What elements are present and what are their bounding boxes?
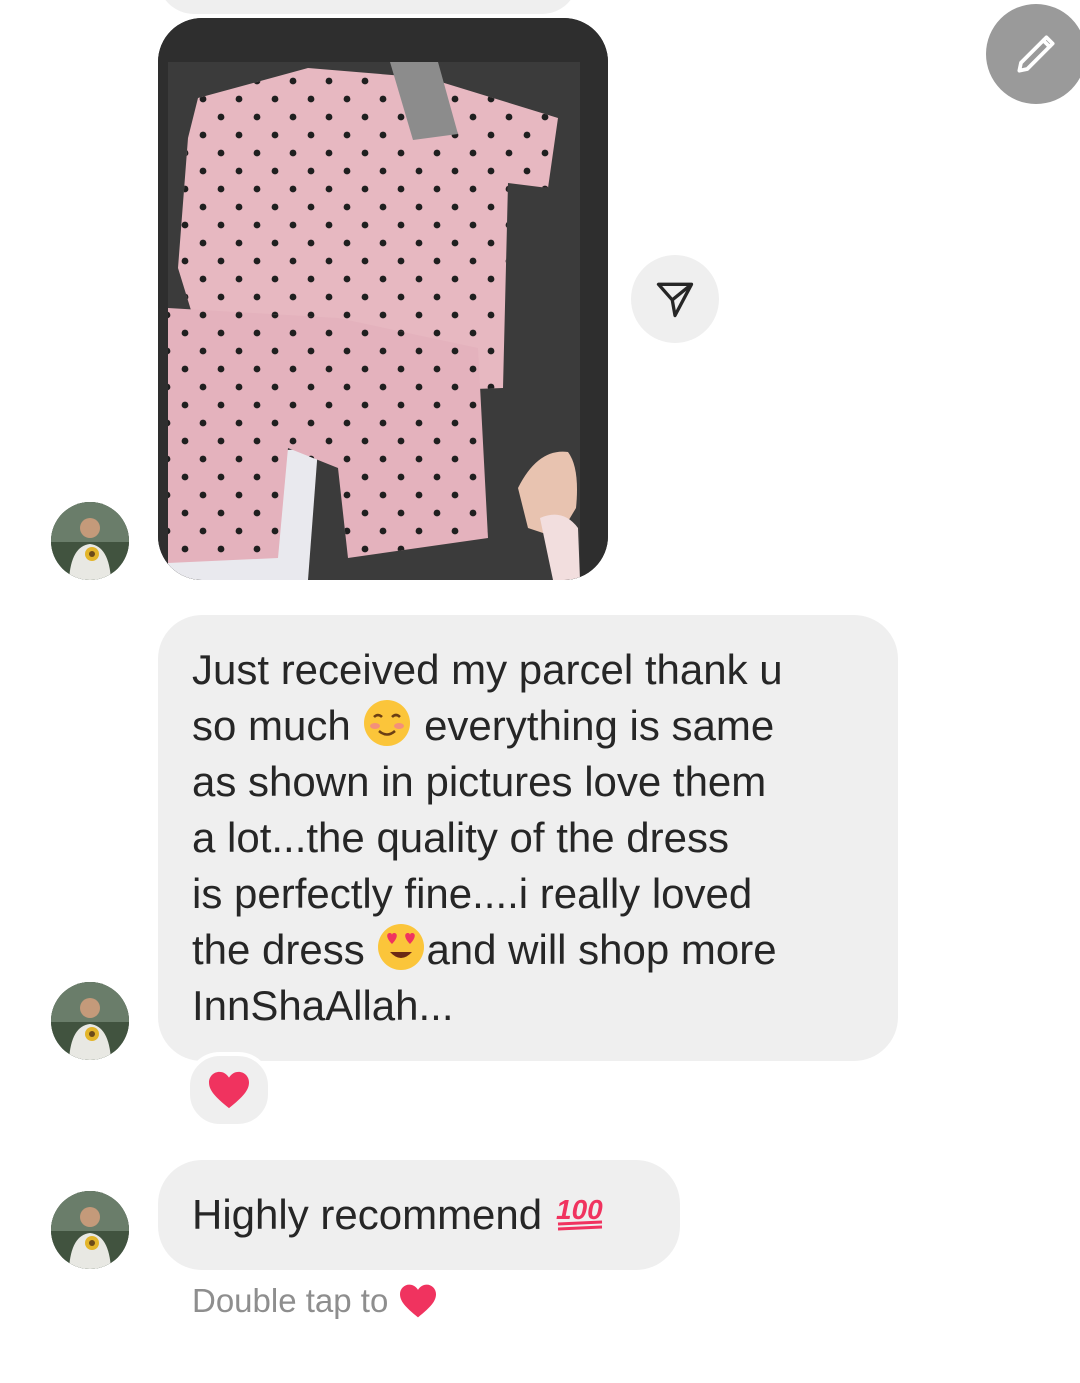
message-text: Just received my parcel thank u so much …	[192, 642, 882, 1034]
smiling-face-icon	[364, 700, 411, 746]
message-line: the dress and will shop more	[192, 922, 882, 978]
sender-avatar[interactable]	[51, 982, 129, 1060]
message-line: so much everything is same	[192, 698, 882, 754]
heart-eyes-icon	[378, 924, 425, 970]
previous-message-bubble[interactable]	[158, 0, 578, 14]
message-line: InnShaAllah...	[192, 982, 454, 1029]
photo-message[interactable]	[158, 18, 608, 580]
svg-text:100: 100	[556, 1194, 603, 1225]
message-text: Highly recommend 100	[192, 1187, 606, 1243]
message-line: as shown in pictures love them	[192, 758, 767, 805]
hundred-points-icon: 100	[556, 1194, 603, 1231]
double-tap-hint: Double tap to	[192, 1282, 438, 1320]
message-bubble[interactable]: Just received my parcel thank u so much …	[158, 615, 898, 1061]
message-line: is perfectly fine....i really loved	[192, 870, 753, 917]
message-reaction[interactable]	[186, 1052, 272, 1128]
message-bubble[interactable]: Highly recommend 100	[158, 1160, 680, 1270]
sender-avatar[interactable]	[51, 502, 129, 580]
send-icon	[656, 282, 694, 318]
heart-icon	[209, 1071, 249, 1109]
message-line: a lot...the quality of the dress	[192, 814, 729, 861]
heart-icon	[400, 1284, 437, 1318]
baby-outfit-photo	[158, 18, 608, 580]
share-button[interactable]	[631, 255, 719, 343]
edit-button[interactable]	[986, 4, 1080, 104]
sender-avatar[interactable]	[51, 1191, 129, 1269]
pencil-icon	[1017, 35, 1055, 73]
message-line: Just received my parcel thank u	[192, 646, 783, 693]
